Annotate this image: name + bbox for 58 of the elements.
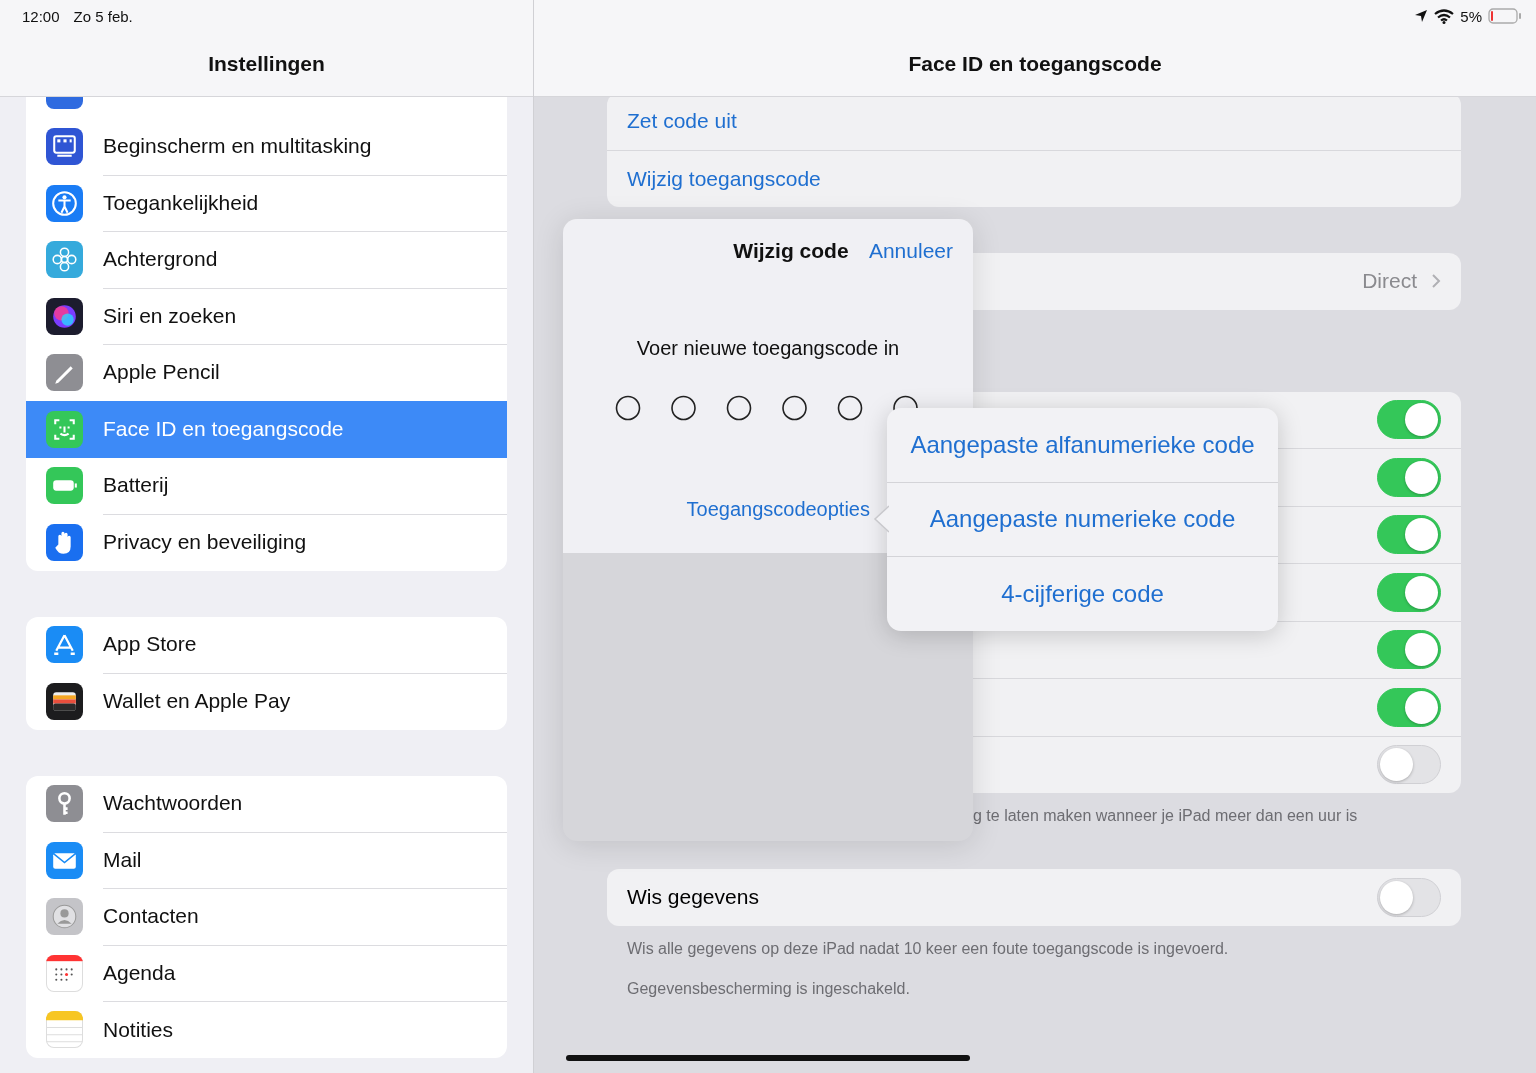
toggle-switch[interactable] (1377, 630, 1441, 670)
sidebar-item[interactable]: Mail (26, 832, 507, 889)
item-label: Apple Pencil (103, 360, 220, 385)
sidebar-item[interactable]: Siri en zoeken (26, 288, 507, 345)
item-label: Notities (103, 1017, 174, 1042)
toggle-switch[interactable] (1377, 572, 1441, 612)
sidebar-item[interactable]: Contacten (26, 888, 507, 945)
cancel-button[interactable]: Annuleer (868, 239, 953, 263)
dialog-prompt: Voer nieuwe toegangscode in (636, 337, 900, 359)
sidebar-item[interactable]: Achtergrond (26, 231, 507, 288)
item-label: Agenda (103, 960, 176, 985)
section-footer: Wis alle gegevens op deze iPad nadat 10 keer een foute toegangscode is ingevoerd. (627, 939, 1229, 957)
battery-icon (1488, 8, 1522, 24)
item-label: Contacten (103, 904, 199, 929)
menu-option[interactable]: 4-cijferige code (887, 557, 1278, 631)
sidebar-item[interactable]: App Store (26, 616, 507, 673)
page-title: Face ID en toegangscode (908, 52, 1162, 76)
sidebar-item[interactable]: Wallet en Apple Pay (26, 673, 507, 730)
item-label: Beginscherm en multitasking (103, 134, 372, 159)
toggle-switch[interactable] (1377, 515, 1441, 555)
item-label: App Store (103, 632, 197, 657)
item-label: Mail (103, 847, 142, 872)
menu-option[interactable]: Aangepaste numerieke code (887, 482, 1278, 557)
sidebar-item[interactable]: Agenda (26, 945, 507, 1002)
item-label: Wachtwoorden (103, 791, 243, 816)
sidebar-item[interactable]: Wachtwoorden (26, 775, 507, 832)
toggle-switch[interactable] (1377, 687, 1441, 727)
section-footer: g te laten maken wanneer je iPad meer dan een uur is (973, 807, 1358, 824)
item-label: Face ID en toegangscode (103, 417, 344, 442)
dialog-title: Wijzig code (732, 239, 850, 263)
item-label: Achtergrond (103, 247, 218, 272)
menu-option[interactable]: Aangepaste alfanumerieke code (887, 408, 1278, 483)
item-label: Toegankelijkheid (103, 190, 259, 215)
sidebar-title: Instellingen (208, 52, 325, 76)
status-time: 12:00 (22, 7, 60, 25)
row-label: Wis gegevens (627, 885, 759, 910)
toggle-switch[interactable] (1377, 457, 1441, 497)
wifi-icon (1434, 8, 1455, 24)
toggle-switch[interactable] (1377, 745, 1441, 785)
item-label: Siri en zoeken (103, 303, 237, 328)
status-date: Zo 5 feb. (73, 7, 133, 25)
sidebar-item[interactable]: Batterij (26, 457, 507, 514)
sidebar-item[interactable]: Beginscherm en multitasking (26, 118, 507, 175)
section-footer: Gegevensbescherming is ingeschakeld. (627, 979, 910, 997)
toggle-switch[interactable] (1377, 400, 1441, 440)
item-label: Wallet en Apple Pay (103, 689, 291, 714)
battery-percent: 5% (1460, 7, 1482, 25)
options-link[interactable]: Toegangscodeopties (686, 498, 870, 521)
item-label: Privacy en beveiliging (103, 530, 307, 555)
item-label: Batterij (103, 473, 169, 498)
sidebar-item[interactable]: Toegankelijkheid (26, 175, 507, 232)
sidebar-item[interactable]: Notities (26, 1001, 507, 1058)
location-icon (1414, 9, 1429, 23)
toggle-switch[interactable] (1377, 877, 1441, 917)
sidebar-item[interactable]: Privacy en beveiliging (26, 514, 507, 571)
chevron-icon (1431, 273, 1441, 290)
action-link[interactable]: Zet code uit (627, 109, 737, 134)
action-link[interactable]: Wijzig toegangscode (627, 166, 821, 191)
